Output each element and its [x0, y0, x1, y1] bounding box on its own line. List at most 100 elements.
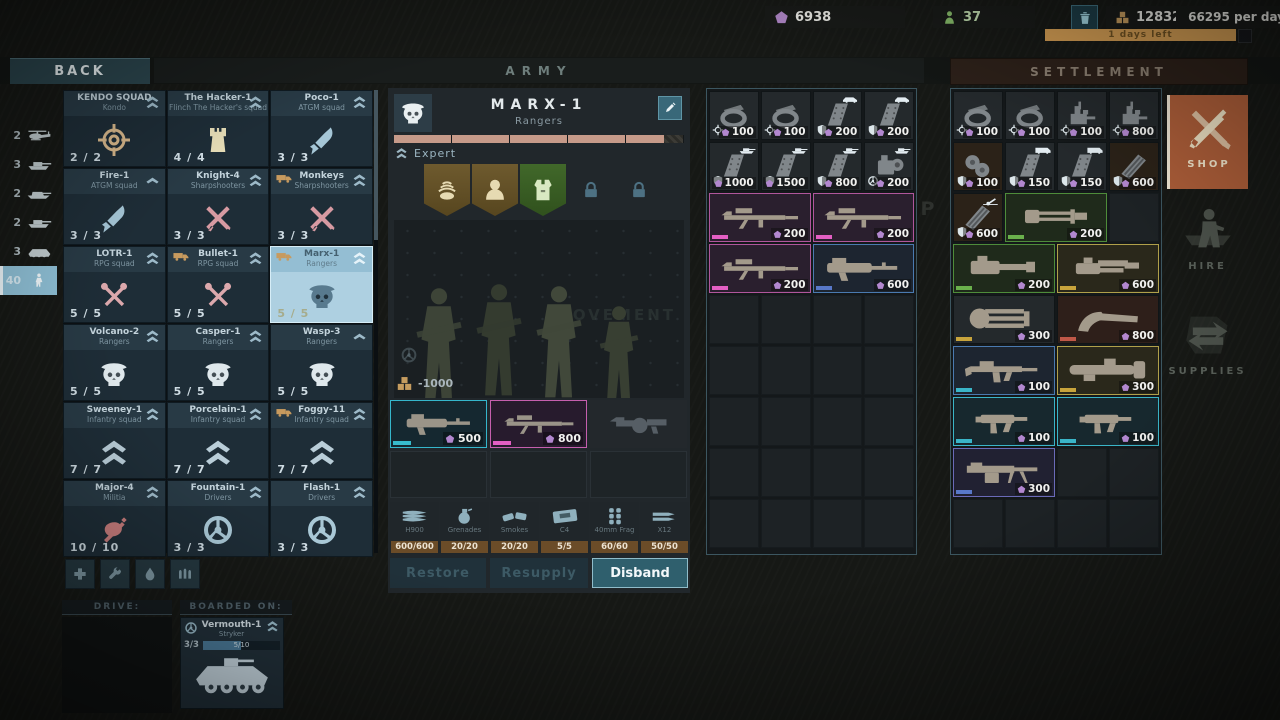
ammo-slot[interactable]: H900 600/600: [390, 502, 439, 554]
perk-locked-slot[interactable]: [568, 164, 614, 216]
storage-item[interactable]: 300: [953, 448, 1055, 497]
storage-item[interactable]: 800: [1109, 91, 1159, 140]
storage-empty-slot[interactable]: [813, 448, 863, 497]
storage-empty-slot[interactable]: [864, 448, 914, 497]
storage-item[interactable]: 100: [1057, 397, 1159, 446]
ammo-slot[interactable]: C4 5/5: [540, 502, 589, 554]
restore-button[interactable]: Restore: [390, 558, 486, 588]
trash-button[interactable]: [1071, 5, 1098, 31]
storage-empty-slot[interactable]: [864, 397, 914, 446]
back-button[interactable]: BACK: [10, 58, 150, 84]
weapon-slot[interactable]: 800: [490, 400, 587, 448]
storage-empty-slot[interactable]: [864, 499, 914, 548]
squad-card[interactable]: KENDO SQUAD Kondo 2 / 2: [63, 90, 166, 167]
storage-item[interactable]: 600: [1109, 142, 1159, 191]
squad-card[interactable]: Knight-4 Sharpshooters 3 / 3: [167, 168, 270, 245]
storage-empty-slot[interactable]: [709, 448, 759, 497]
perk-locked-slot[interactable]: [616, 164, 662, 216]
storage-empty-slot[interactable]: [1057, 499, 1107, 548]
weapon-slot[interactable]: 500: [390, 400, 487, 448]
storage-empty-slot[interactable]: [709, 397, 759, 446]
squad-card[interactable]: Casper-1 Rangers 5 / 5: [167, 324, 270, 401]
sidebar-filter-item[interactable]: 3: [0, 150, 57, 179]
sidebar-filter-item[interactable]: 2: [0, 121, 57, 150]
storage-item[interactable]: 100: [953, 91, 1003, 140]
storage-item[interactable]: 1000: [709, 142, 759, 191]
sidebar-filter-item[interactable]: 40: [0, 266, 57, 295]
storage-item[interactable]: 300: [953, 295, 1055, 344]
storage-item[interactable]: 100: [1005, 91, 1055, 140]
storage-item[interactable]: 200: [813, 193, 915, 242]
storage-item[interactable]: 100: [953, 346, 1055, 395]
storage-empty-slot[interactable]: [813, 397, 863, 446]
storage-empty-slot[interactable]: [709, 295, 759, 344]
ammo-slot[interactable]: Smokes 20/20: [490, 502, 539, 554]
storage-empty-slot[interactable]: [1109, 448, 1159, 497]
squad-card[interactable]: Wasp-3 Rangers 5 / 5: [270, 324, 373, 401]
storage-item[interactable]: 100: [953, 397, 1055, 446]
drive-slot[interactable]: [62, 617, 172, 713]
squad-tool-button[interactable]: [65, 559, 95, 589]
squad-card[interactable]: LOTR-1 RPG squad 5 / 5: [63, 246, 166, 323]
squad-card[interactable]: Monkeys Sharpshooters 3 / 3: [270, 168, 373, 245]
disband-button[interactable]: Disband: [592, 558, 688, 588]
storage-item[interactable]: 150: [1057, 142, 1107, 191]
storage-empty-slot[interactable]: [1057, 448, 1107, 497]
storage-empty-slot[interactable]: [761, 346, 811, 395]
storage-empty-slot[interactable]: [709, 346, 759, 395]
storage-empty-slot[interactable]: [813, 346, 863, 395]
ammo-slot[interactable]: 40mm Frag 60/60: [590, 502, 639, 554]
storage-empty-slot[interactable]: [709, 499, 759, 548]
storage-item[interactable]: 600: [813, 244, 915, 293]
squad-tool-button[interactable]: [170, 559, 200, 589]
storage-item[interactable]: 200: [709, 244, 811, 293]
storage-item[interactable]: 1500: [761, 142, 811, 191]
storage-empty-slot[interactable]: [761, 499, 811, 548]
storage-empty-slot[interactable]: [761, 295, 811, 344]
weapon-slot[interactable]: [590, 400, 687, 448]
sidebar-filter-item[interactable]: 2: [0, 179, 57, 208]
storage-empty-slot[interactable]: [953, 499, 1003, 548]
rename-button[interactable]: [658, 96, 682, 120]
storage-item[interactable]: 600: [953, 193, 1003, 242]
squad-card[interactable]: Fire-1 ATGM squad 3 / 3: [63, 168, 166, 245]
storage-empty-slot[interactable]: [1109, 499, 1159, 548]
squad-card[interactable]: Bullet-1 RPG squad 5 / 5: [167, 246, 270, 323]
perk-badge[interactable]: [424, 164, 470, 216]
squad-tool-button[interactable]: [135, 559, 165, 589]
storage-item[interactable]: 300: [1057, 346, 1159, 395]
storage-item[interactable]: 200: [864, 91, 914, 140]
squad-card[interactable]: Marx-1 Rangers 5 / 5: [270, 246, 373, 323]
squad-scrollbar[interactable]: [374, 90, 378, 553]
perk-badge[interactable]: [472, 164, 518, 216]
storage-item[interactable]: 150: [1005, 142, 1055, 191]
storage-empty-slot[interactable]: [813, 295, 863, 344]
supplies-button[interactable]: SUPPLIES: [1167, 308, 1248, 377]
equipment-empty-slot[interactable]: [390, 451, 487, 498]
storage-item[interactable]: 200: [864, 142, 914, 191]
shop-button[interactable]: SHOP: [1167, 95, 1248, 189]
storage-item[interactable]: 200: [953, 244, 1055, 293]
equipment-empty-slot[interactable]: [590, 451, 687, 498]
ammo-slot[interactable]: X12 50/50: [640, 502, 689, 554]
storage-empty-slot[interactable]: [864, 346, 914, 395]
storage-item[interactable]: 100: [953, 142, 1003, 191]
squad-card[interactable]: Porcelain-1 Infantry squad 7 / 7: [167, 402, 270, 479]
storage-empty-slot[interactable]: [761, 448, 811, 497]
equipment-empty-slot[interactable]: [490, 451, 587, 498]
storage-item[interactable]: 200: [1005, 193, 1107, 242]
squad-card[interactable]: Foggy-11 Infantry squad 7 / 7: [270, 402, 373, 479]
squad-card[interactable]: The Hacker-1 Flinch The Hacker's squad 4…: [167, 90, 270, 167]
boarded-vehicle-card[interactable]: Vermouth-1 Stryker 3/3 5/10: [180, 617, 284, 709]
hire-button[interactable]: HIRE: [1167, 203, 1248, 272]
squad-card[interactable]: Flash-1 Drivers 3 / 3: [270, 480, 373, 557]
perk-badge[interactable]: [520, 164, 566, 216]
squad-card[interactable]: Major-4 Militia 10 / 10: [63, 480, 166, 557]
storage-item[interactable]: 100: [1057, 91, 1107, 140]
squad-card[interactable]: Poco-1 ATGM squad 3 / 3: [270, 90, 373, 167]
storage-item[interactable]: 800: [813, 142, 863, 191]
storage-item[interactable]: 100: [709, 91, 759, 140]
storage-item[interactable]: 200: [813, 91, 863, 140]
storage-item[interactable]: 600: [1057, 244, 1159, 293]
storage-empty-slot[interactable]: [761, 397, 811, 446]
